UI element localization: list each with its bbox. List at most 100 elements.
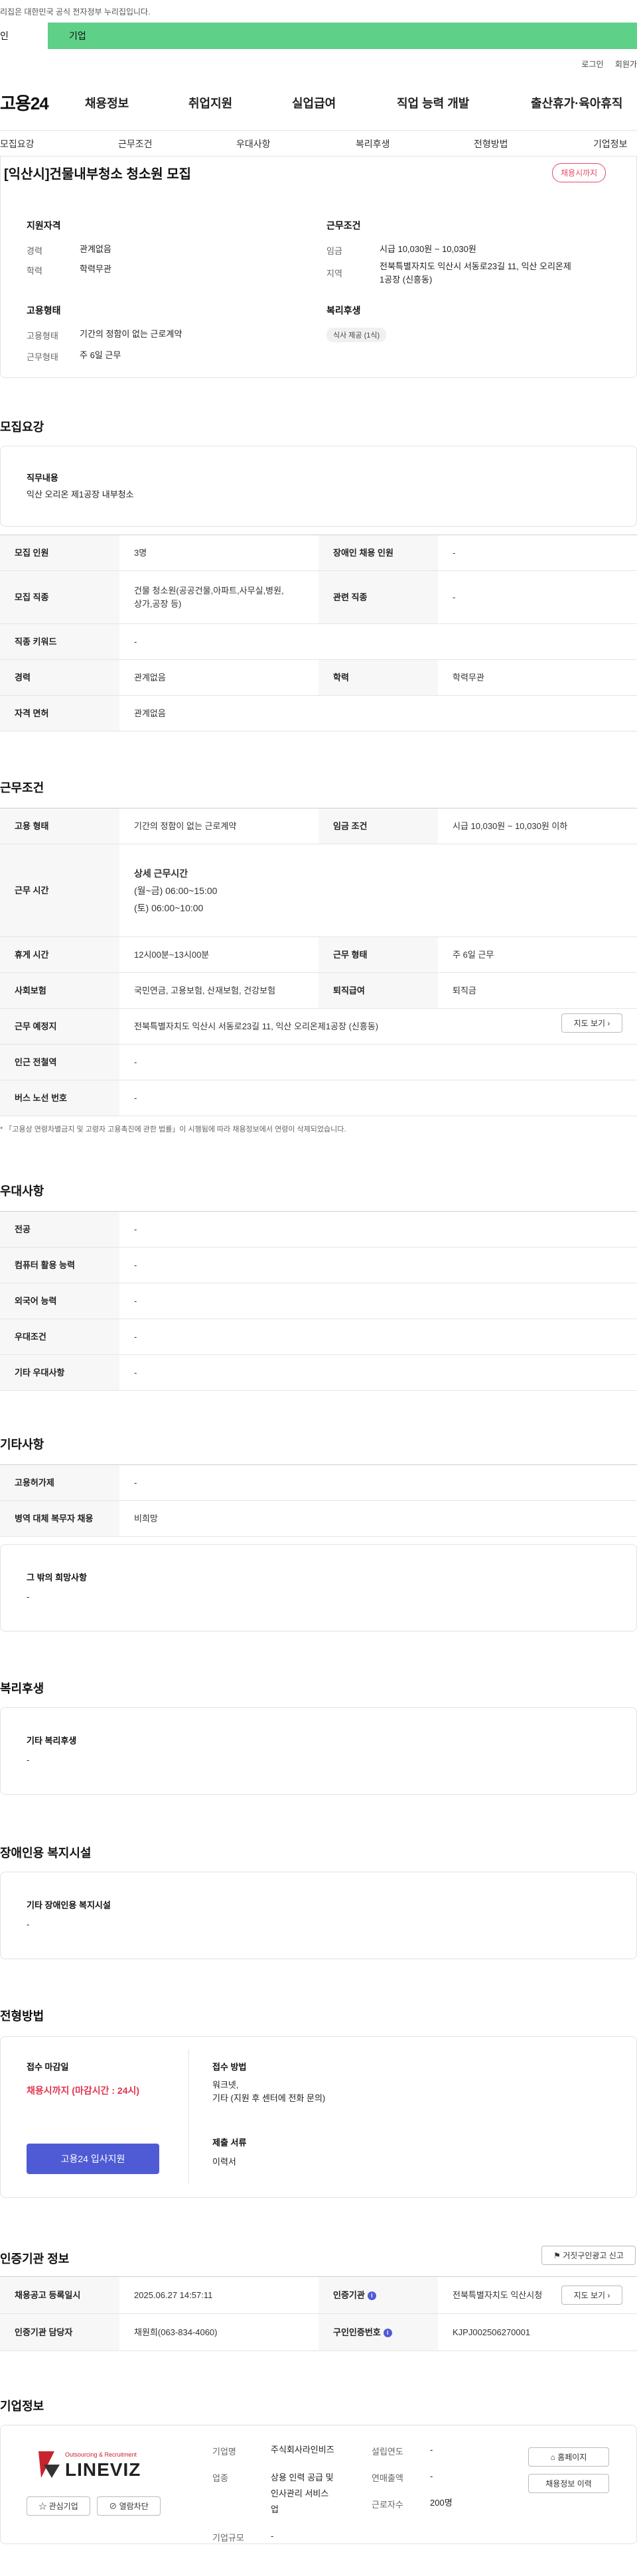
wage-key: 임금 조건	[318, 808, 438, 844]
block-view-button[interactable]: ⊘ 열람차단	[97, 2496, 161, 2516]
job-history-button[interactable]: 채용정보 이력	[528, 2474, 609, 2493]
computer-key: 컴퓨터 활용 능력	[0, 1247, 119, 1283]
duty-card	[0, 446, 637, 527]
place-key: 근무 예정지	[0, 1008, 119, 1045]
subnav-welfare[interactable]: 복리후생	[356, 137, 390, 151]
employment-title: 고용형태	[27, 305, 61, 316]
info-icon[interactable]: i	[383, 2328, 392, 2337]
bus-key: 버스 노선 번호	[0, 1080, 119, 1116]
duty-label: 직무내용	[27, 473, 58, 483]
place-cell: 전북특별자치도 익산시 서동로23길 11, 익산 오리온제1공장 (신흥동)	[119, 1008, 637, 1045]
related-key: 관련 직종	[318, 570, 438, 624]
age-law-note: * 「고용상 연령차별금지 및 고령자 고용촉진에 관한 법률」이 시행됨에 따…	[0, 1126, 346, 1133]
employees-value: 200명	[430, 2498, 453, 2508]
info-icon[interactable]: i	[367, 2291, 376, 2300]
cert-map-button[interactable]: 지도 보기 ›	[561, 2286, 622, 2305]
edu-cell: 학력무관	[438, 659, 637, 696]
nav-parental-leave[interactable]: 출산휴가·육아휴직	[531, 94, 622, 111]
nav-employment-support[interactable]: 취업지원	[188, 94, 232, 111]
founded-label: 설립연도	[372, 2447, 403, 2457]
siren-icon: ⚑	[553, 2251, 561, 2260]
subnav-recruit[interactable]: 모집요강	[0, 137, 35, 151]
cert-table: 채용공고 등록일시 2025.06.27 14:57:11 인증기관 i 전북특별…	[0, 2276, 637, 2351]
emptype-label: 고용형태	[27, 331, 58, 341]
follow-company-button[interactable]: ☆ 관심기업	[27, 2496, 90, 2516]
manager-key: 인증기관 담당자	[0, 2313, 119, 2351]
star-icon: ☆	[38, 2502, 47, 2511]
nav-jobs[interactable]: 채용정보	[85, 94, 129, 111]
etc-heading: 기타사항	[0, 1438, 44, 1451]
pref-etc-value: -	[119, 1354, 637, 1391]
wish-card	[0, 1544, 637, 1632]
site-logo[interactable]: 고용24	[0, 90, 49, 115]
login-link[interactable]: 로그인	[581, 60, 603, 69]
job-key: 모집 직종	[0, 570, 119, 624]
signup-link[interactable]: 회원가	[615, 60, 637, 69]
keyword-value: -	[119, 623, 637, 660]
career-value: 관계없음	[80, 244, 111, 254]
permit-value: -	[119, 1464, 637, 1501]
welfare-value: -	[27, 1755, 30, 1765]
cert-org-key: 인증기관 i	[318, 2276, 438, 2314]
company-logo: Outsourcing & Recruitment LINEVIZ	[35, 2449, 161, 2483]
map-view-button[interactable]: 지도 보기 ›	[561, 1013, 622, 1033]
tab-company[interactable]: 기업	[69, 23, 86, 49]
selection-heading: 전형방법	[0, 2010, 44, 2023]
emptype-cell: 기간의 정함이 없는 근로계약	[119, 808, 318, 844]
subnav-selection[interactable]: 전형방법	[474, 137, 508, 151]
subnav-conditions[interactable]: 근무조건	[118, 137, 153, 151]
subnav-company[interactable]: 기업정보	[593, 137, 628, 151]
reg-date-key: 채용공고 등록일시	[0, 2276, 119, 2314]
disabled-fac-card	[0, 1872, 637, 1959]
welfare-card	[0, 1707, 637, 1795]
wage-label: 임금	[326, 246, 342, 256]
career-label: 경력	[27, 246, 42, 256]
tab-individual[interactable]: 인	[0, 23, 48, 49]
preference-table: 전공 - 컴퓨터 활용 능력 - 외국어 능력 - 우대조건 - 기타 우대사항 -	[0, 1211, 637, 1391]
preference-heading: 우대사항	[0, 1185, 44, 1198]
computer-value: -	[119, 1247, 637, 1283]
conditions-table: 고용 형태 기간의 정함이 없는 근로계약 임금 조건 시급 10,030원 ~…	[0, 808, 637, 1116]
edu-key: 학력	[318, 659, 438, 696]
conditions-heading: 근무조건	[0, 781, 44, 795]
major-key: 전공	[0, 1211, 119, 1248]
company-name-label: 기업명	[212, 2447, 236, 2457]
workform-label: 근무형태	[27, 352, 58, 362]
chevron-right-icon: ›	[607, 2291, 610, 2300]
disabled-value: -	[438, 535, 637, 571]
job-value: 건물 청소원(공공건물,아파트,사무실,병원, 상가,공장 등)	[119, 570, 318, 624]
wage-cell: 시급 10,030원 ~ 10,030원 이하	[438, 808, 637, 844]
false-ad-report-button[interactable]: ⚑ 거짓구인광고 신고	[541, 2246, 636, 2265]
company-size-value: -	[271, 2531, 274, 2541]
keyword-key: 직종 키워드	[0, 623, 119, 660]
logo-tagline: Outsourcing & Recruitment	[65, 2451, 137, 2458]
homepage-button[interactable]: ⌂ 홈페이지	[528, 2447, 609, 2467]
break-key: 휴게 시간	[0, 936, 119, 973]
method-label: 접수 방법	[212, 2062, 247, 2072]
career-key: 경력	[0, 659, 119, 696]
gov-notice: 리집은 대한민국 공식 전자정부 누리집입니다.	[0, 0, 637, 23]
disabled-fac-heading: 장애인용 복지시설	[0, 1846, 92, 1860]
deadline-label: 접수 마감일	[27, 2062, 69, 2072]
recruit-table: 모집 인원 3명 장애인 채용 인원 - 모집 직종 건물 청소원(공공건물,아…	[0, 535, 637, 732]
subnav-preference[interactable]: 우대사항	[236, 137, 271, 151]
welfare-label: 기타 복리후생	[27, 1736, 77, 1746]
qualification-title: 지원자격	[27, 220, 61, 231]
service-tabs-bar: 인 기업	[0, 23, 637, 49]
docs-value: 이력서	[212, 2157, 236, 2167]
form-cell: 주 6일 근무	[438, 936, 637, 973]
wish-label: 그 밖의 희망사항	[27, 1573, 87, 1582]
language-key: 외국어 능력	[0, 1283, 119, 1319]
license-value: 관계없음	[119, 695, 637, 732]
permit-key: 고용허가제	[0, 1464, 119, 1501]
founded-value: -	[430, 2445, 433, 2455]
duty-value: 익산 오리온 제1공장 내부청소	[27, 489, 134, 499]
region-value: 전북특별자치도 익산시 서동로23길 11, 익산 오리온제 1공장 (신흥동)	[380, 261, 571, 285]
hours-cell: 상세 근무시간 (월~금) 06:00~15:00 (토) 06:00~10:00	[119, 844, 637, 937]
apply-button[interactable]: 고용24 입사지원	[27, 2144, 159, 2174]
nav-training[interactable]: 직업 능력 개발	[397, 94, 469, 111]
form-key: 근무 형태	[318, 936, 438, 973]
military-key: 병역 대체 복무자 채용	[0, 1500, 119, 1537]
nav-unemployment[interactable]: 실업급여	[292, 94, 336, 111]
top-links: 로그인 회원가	[572, 58, 637, 70]
